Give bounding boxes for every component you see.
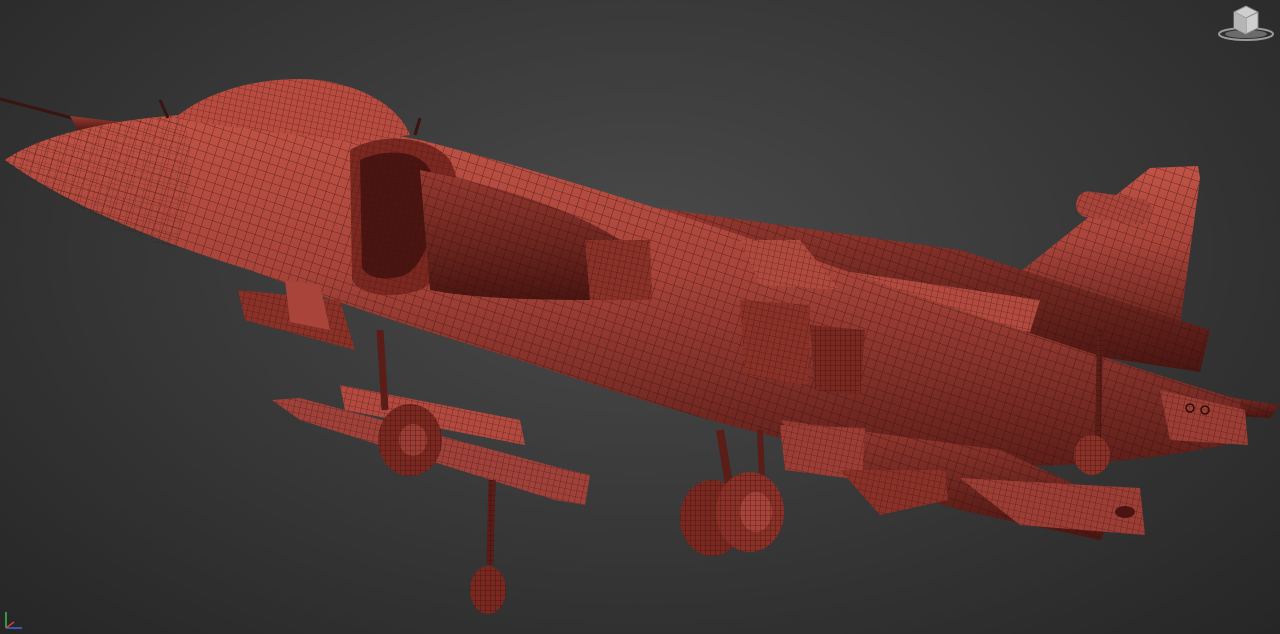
axis-tripod-icon [5, 612, 22, 629]
harrier-wireframe-model[interactable] [0, 0, 1280, 634]
perspective-viewport[interactable] [0, 0, 1280, 634]
viewcube-icon[interactable] [1216, 2, 1274, 42]
main-landing-gear [680, 429, 784, 556]
tail-wheel [470, 479, 506, 614]
